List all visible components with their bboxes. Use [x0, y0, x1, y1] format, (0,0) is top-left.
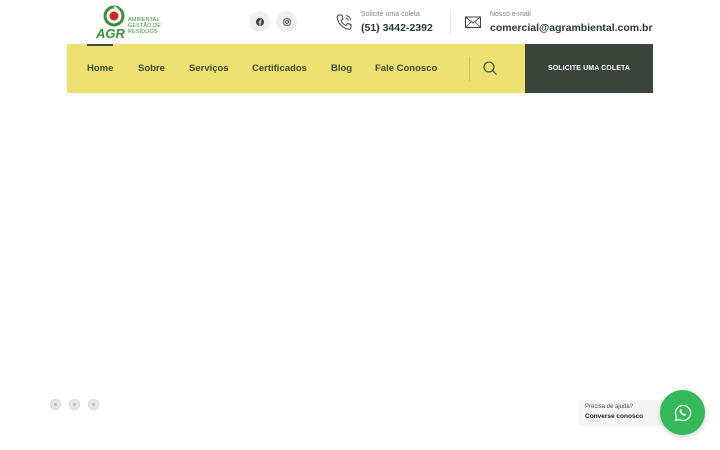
brand-logo[interactable]: AGR AMBIENTAL GESTÃO DE RESÍDUOS [94, 4, 184, 41]
chat-prompt-bubble[interactable]: Precisa de ajuda? Converse conosco [578, 400, 670, 426]
slider-dot-3[interactable] [88, 399, 99, 410]
nav-item-servicos[interactable]: Serviços [189, 63, 229, 74]
slider-dot-1[interactable] [50, 399, 61, 410]
whatsapp-button[interactable] [660, 390, 705, 435]
request-collection-label: SOLICITE UMA COLETA [547, 65, 630, 72]
email-label: Nosso e-mail [490, 11, 531, 18]
request-collection-button[interactable]: SOLICITE UMA COLETA [525, 44, 653, 93]
email-address[interactable]: comercial@agrambiental.com.br [490, 22, 653, 34]
nav-separator [469, 57, 470, 81]
nav-item-blog[interactable]: Blog [331, 63, 352, 74]
nav-item-sobre[interactable]: Sobre [138, 63, 165, 74]
instagram-link[interactable] [276, 11, 297, 32]
nav-item-home[interactable]: Home [87, 63, 113, 74]
phone-icon [336, 14, 352, 30]
chat-cta-text: Converse conosco [585, 413, 644, 420]
logo-letters: AGR [95, 26, 126, 40]
whatsapp-icon [674, 404, 691, 421]
nav-item-fale-conosco[interactable]: Fale Conosco [375, 63, 437, 74]
nav-item-certificados[interactable]: Certificados [252, 63, 307, 74]
facebook-link[interactable] [249, 11, 270, 32]
logo-tagline: AMBIENTAL GESTÃO DE RESÍDUOS [128, 17, 161, 35]
phone-label: Solicite uma coleta [361, 11, 420, 18]
instagram-icon [282, 17, 291, 26]
header-divider [450, 10, 451, 34]
chat-prompt-text: Precisa de ajuda? [585, 404, 634, 410]
main-navigation: Home Sobre Serviços Certificados Blog Fa… [67, 44, 525, 93]
search-icon[interactable] [482, 60, 498, 76]
top-header: AGR AMBIENTAL GESTÃO DE RESÍDUOS Solicit… [0, 0, 720, 44]
facebook-icon [255, 17, 264, 26]
active-indicator [87, 44, 113, 46]
phone-number[interactable]: (51) 3442-2392 [361, 22, 433, 34]
slider-dot-2[interactable] [69, 399, 80, 410]
mail-icon [465, 16, 481, 28]
